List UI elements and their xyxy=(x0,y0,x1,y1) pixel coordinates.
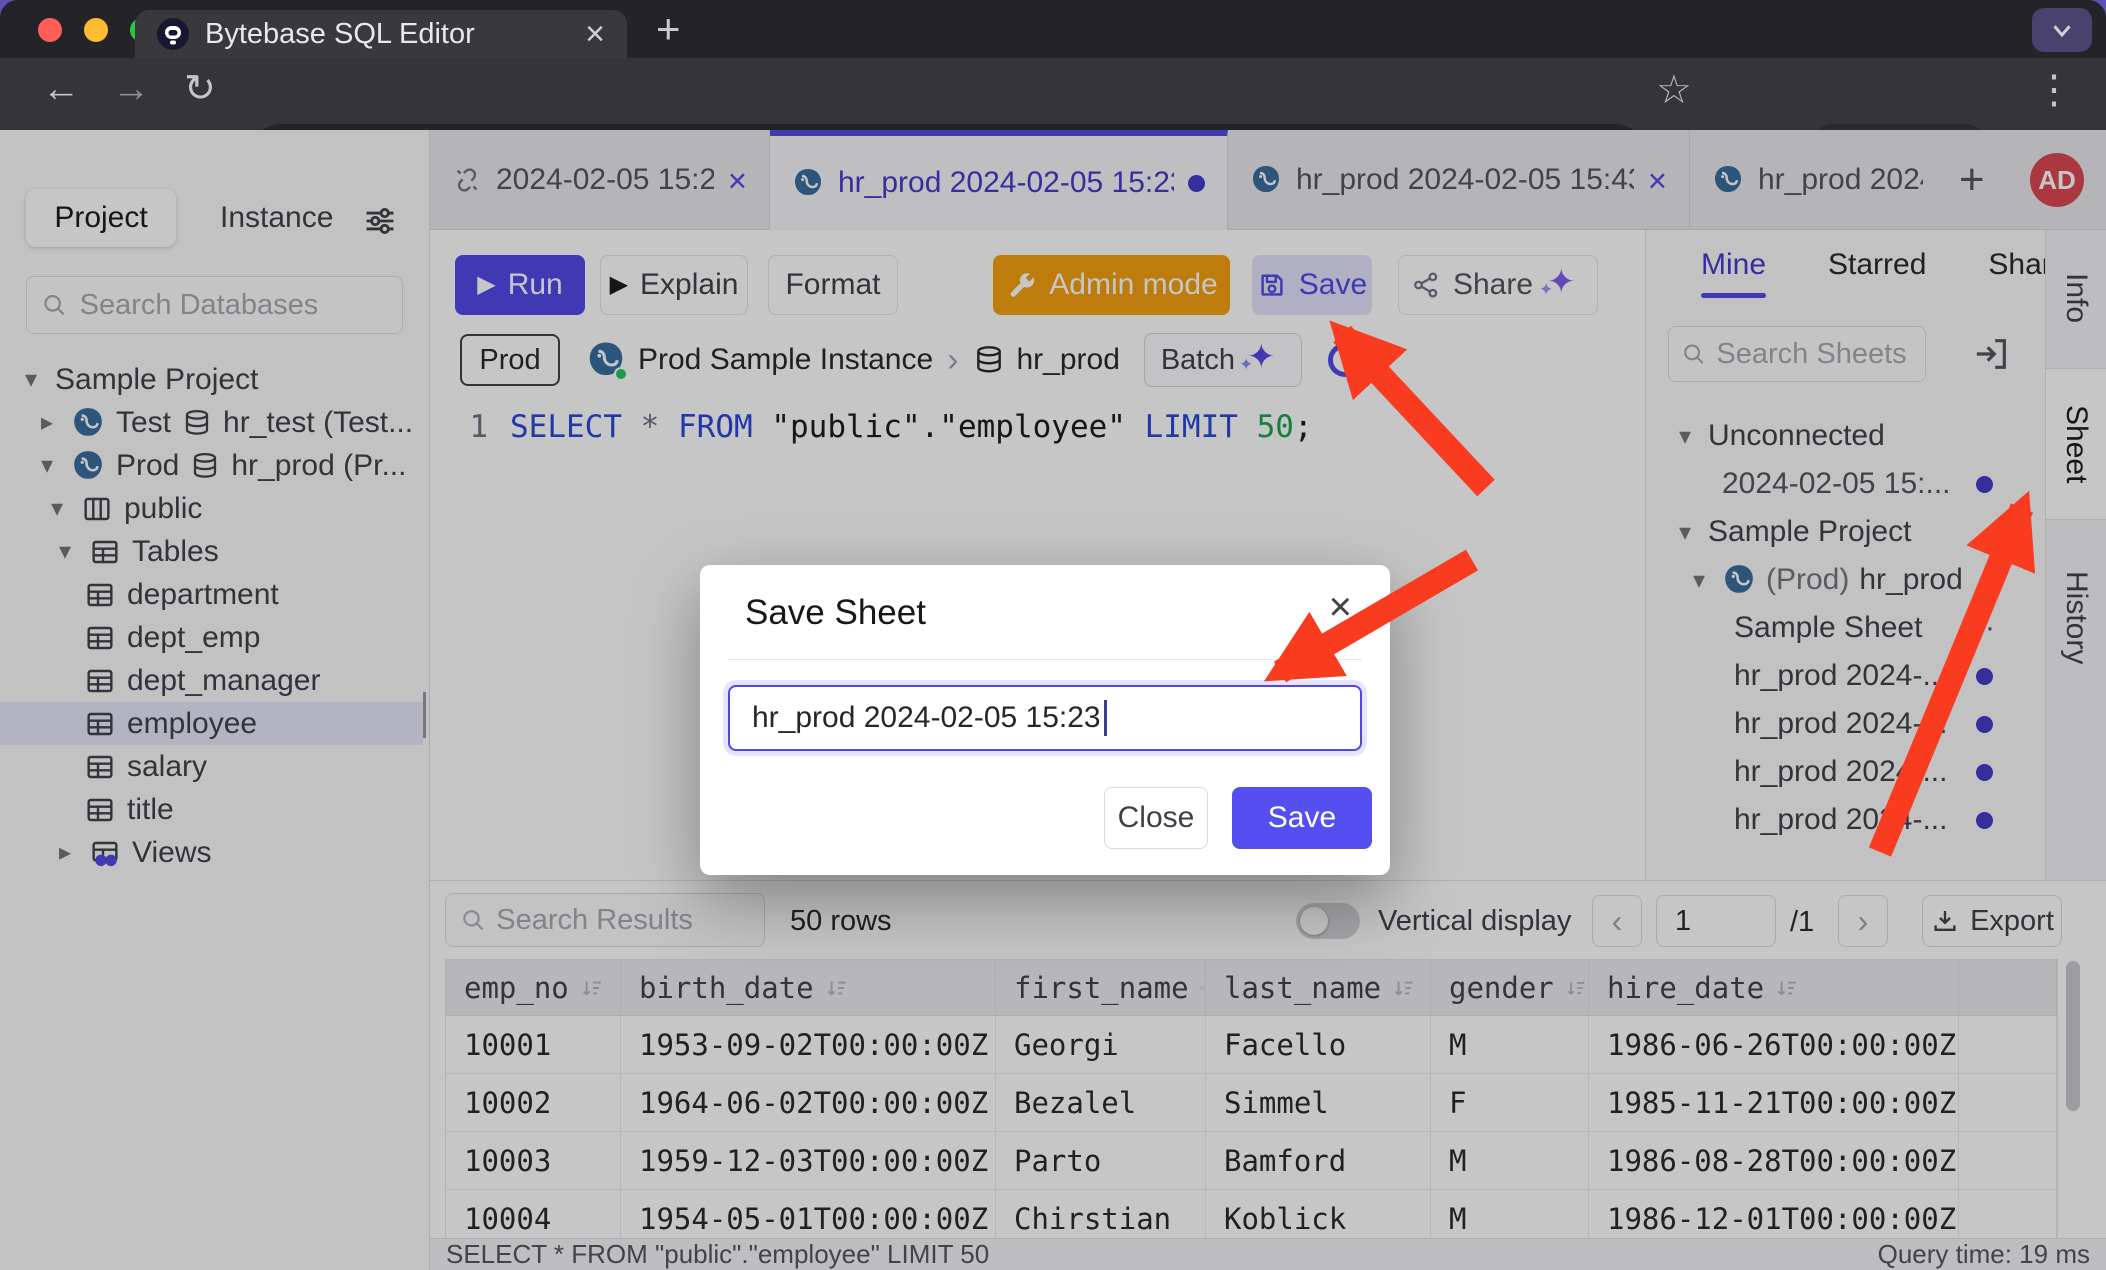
sheet-name-input[interactable]: hr_prod 2024-02-05 15:23 xyxy=(728,685,1362,751)
tab-search-button[interactable] xyxy=(2032,8,2092,52)
bookmark-star-icon[interactable]: ☆ xyxy=(1656,70,1692,110)
dialog-title: Save Sheet xyxy=(745,593,926,633)
reload-button[interactable]: ↻ xyxy=(184,70,216,108)
save-sheet-dialog: Save Sheet × hr_prod 2024-02-05 15:23 Cl… xyxy=(700,565,1390,875)
browser-toolbar: ← → ↻ localhost:8080/sql-editor/prod-sam… xyxy=(0,58,2106,130)
browser-window: Bytebase SQL Editor × + ← → ↻ localhost:… xyxy=(0,0,2106,1270)
dialog-close-button[interactable]: Close xyxy=(1104,787,1208,849)
dialog-divider xyxy=(728,659,1362,660)
browser-menu-icon[interactable]: ⋮ xyxy=(2034,70,2074,110)
chevron-down-icon xyxy=(2047,15,2077,45)
back-button[interactable]: ← xyxy=(42,70,80,108)
screen: Bytebase SQL Editor × + ← → ↻ localhost:… xyxy=(0,0,2106,1270)
browser-tab[interactable]: Bytebase SQL Editor × xyxy=(135,10,627,58)
minimize-window-button[interactable] xyxy=(84,18,108,42)
dialog-close-icon[interactable]: × xyxy=(1329,587,1352,627)
bytebase-app: Project Instance ▾ Sample Project ▸ Test xyxy=(0,130,2106,1270)
text-cursor xyxy=(1104,700,1107,736)
close-window-button[interactable] xyxy=(38,18,62,42)
browser-tab-title: Bytebase SQL Editor xyxy=(205,18,569,51)
new-tab-button[interactable]: + xyxy=(656,8,681,50)
forward-button[interactable]: → xyxy=(112,70,150,108)
browser-titlebar: Bytebase SQL Editor × + xyxy=(0,0,2106,58)
dialog-save-button[interactable]: Save xyxy=(1232,787,1372,849)
bytebase-favicon-icon xyxy=(157,18,189,50)
close-tab-icon[interactable]: × xyxy=(585,17,605,51)
